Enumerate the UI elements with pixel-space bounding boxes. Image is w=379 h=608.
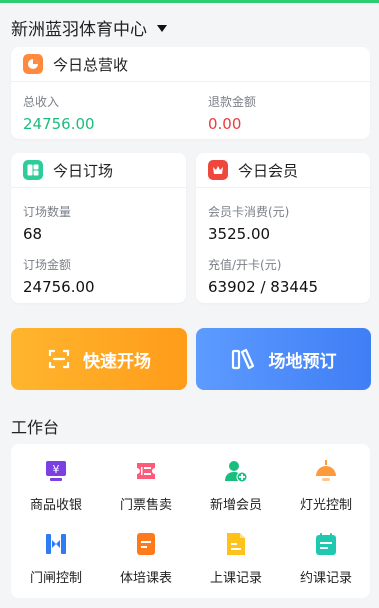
member-consume-label: 会员卡消费(元) [208,205,290,219]
schedule-icon [134,532,158,556]
scan-icon [48,349,70,369]
gate-icon [44,532,68,556]
venue-name: 新洲蓝羽体育中心 [11,19,147,40]
workbench-item-class-record[interactable]: 上课记录 [191,532,281,586]
workbench-item-label: 灯光控制 [299,498,352,513]
member-consume-value: 3525.00 [208,225,271,243]
revenue-card: 今日总营收 总收入 24756.00 退款金额 0.00 [11,47,370,139]
add-member-icon [224,459,248,483]
booking-count-value: 68 [23,225,43,243]
total-income-value: 24756.00 [23,115,95,133]
top-accent-line [0,0,379,3]
booking-count-label: 订场数量 [23,205,72,219]
workbench-title: 工作台 [11,418,60,437]
booking-record-icon [314,532,338,556]
workbench-item-schedule[interactable]: 体培课表 [101,532,191,586]
workbench-item-label: 体培课表 [119,571,172,586]
booking-amount-value: 24756.00 [23,278,95,296]
pie-chart-icon [23,54,43,74]
crown-icon [208,160,228,180]
workbench-item-label: 商品收银 [29,498,82,513]
member-recharge-label: 充值/开卡(元) [208,258,282,272]
workbench-item-gate[interactable]: 门闸控制 [11,532,101,586]
workbench-item-booking-record[interactable]: 约课记录 [281,532,371,586]
member-title: 今日会员 [238,161,299,180]
workbench-item-label: 新增会员 [209,498,262,513]
workbench-item-add-member[interactable]: 新增会员 [191,459,281,513]
booking-title: 今日订场 [53,161,114,180]
venue-selector[interactable]: 新洲蓝羽体育中心 [11,14,167,40]
workbench-grid: ¥ 商品收银 门票售卖 新增会员 灯光控制 门闸控制 体培课表 上课记录 约课记… [11,444,370,598]
refund-label: 退款金额 [208,95,257,109]
venue-booking-label: 场地预订 [268,351,337,372]
booking-amount-label: 订场金额 [23,258,72,272]
venue-booking-button[interactable]: 场地预订 [196,328,371,390]
workbench-item-cashier[interactable]: ¥ 商品收银 [11,459,101,513]
ticket-icon [134,459,158,483]
revenue-title: 今日总营收 [53,55,129,74]
member-card: 今日会员 会员卡消费(元) 3525.00 充值/开卡(元) 63902 / 8… [196,153,370,303]
cashier-icon: ¥ [44,459,68,483]
workbench-item-lamp[interactable]: 灯光控制 [281,459,371,513]
workbench-item-label: 约课记录 [299,571,352,586]
member-recharge-value: 63902 / 83445 [208,278,319,296]
workbench-item-label: 门票售卖 [119,498,172,513]
book-icon [231,348,254,370]
workbench-item-label: 门闸控制 [29,571,82,586]
class-record-icon [224,532,248,556]
workbench-item-ticket[interactable]: 门票售卖 [101,459,191,513]
total-income-label: 总收入 [23,95,60,109]
lamp-icon [314,459,338,483]
svg-text:¥: ¥ [53,463,60,476]
grid-icon [23,160,43,180]
booking-card: 今日订场 订场数量 68 订场金额 24756.00 [11,153,186,303]
caret-down-icon [157,24,167,32]
quick-open-label: 快速开场 [83,351,151,372]
quick-open-button[interactable]: 快速开场 [11,328,187,390]
workbench-item-label: 上课记录 [209,571,262,586]
refund-value: 0.00 [208,115,242,133]
